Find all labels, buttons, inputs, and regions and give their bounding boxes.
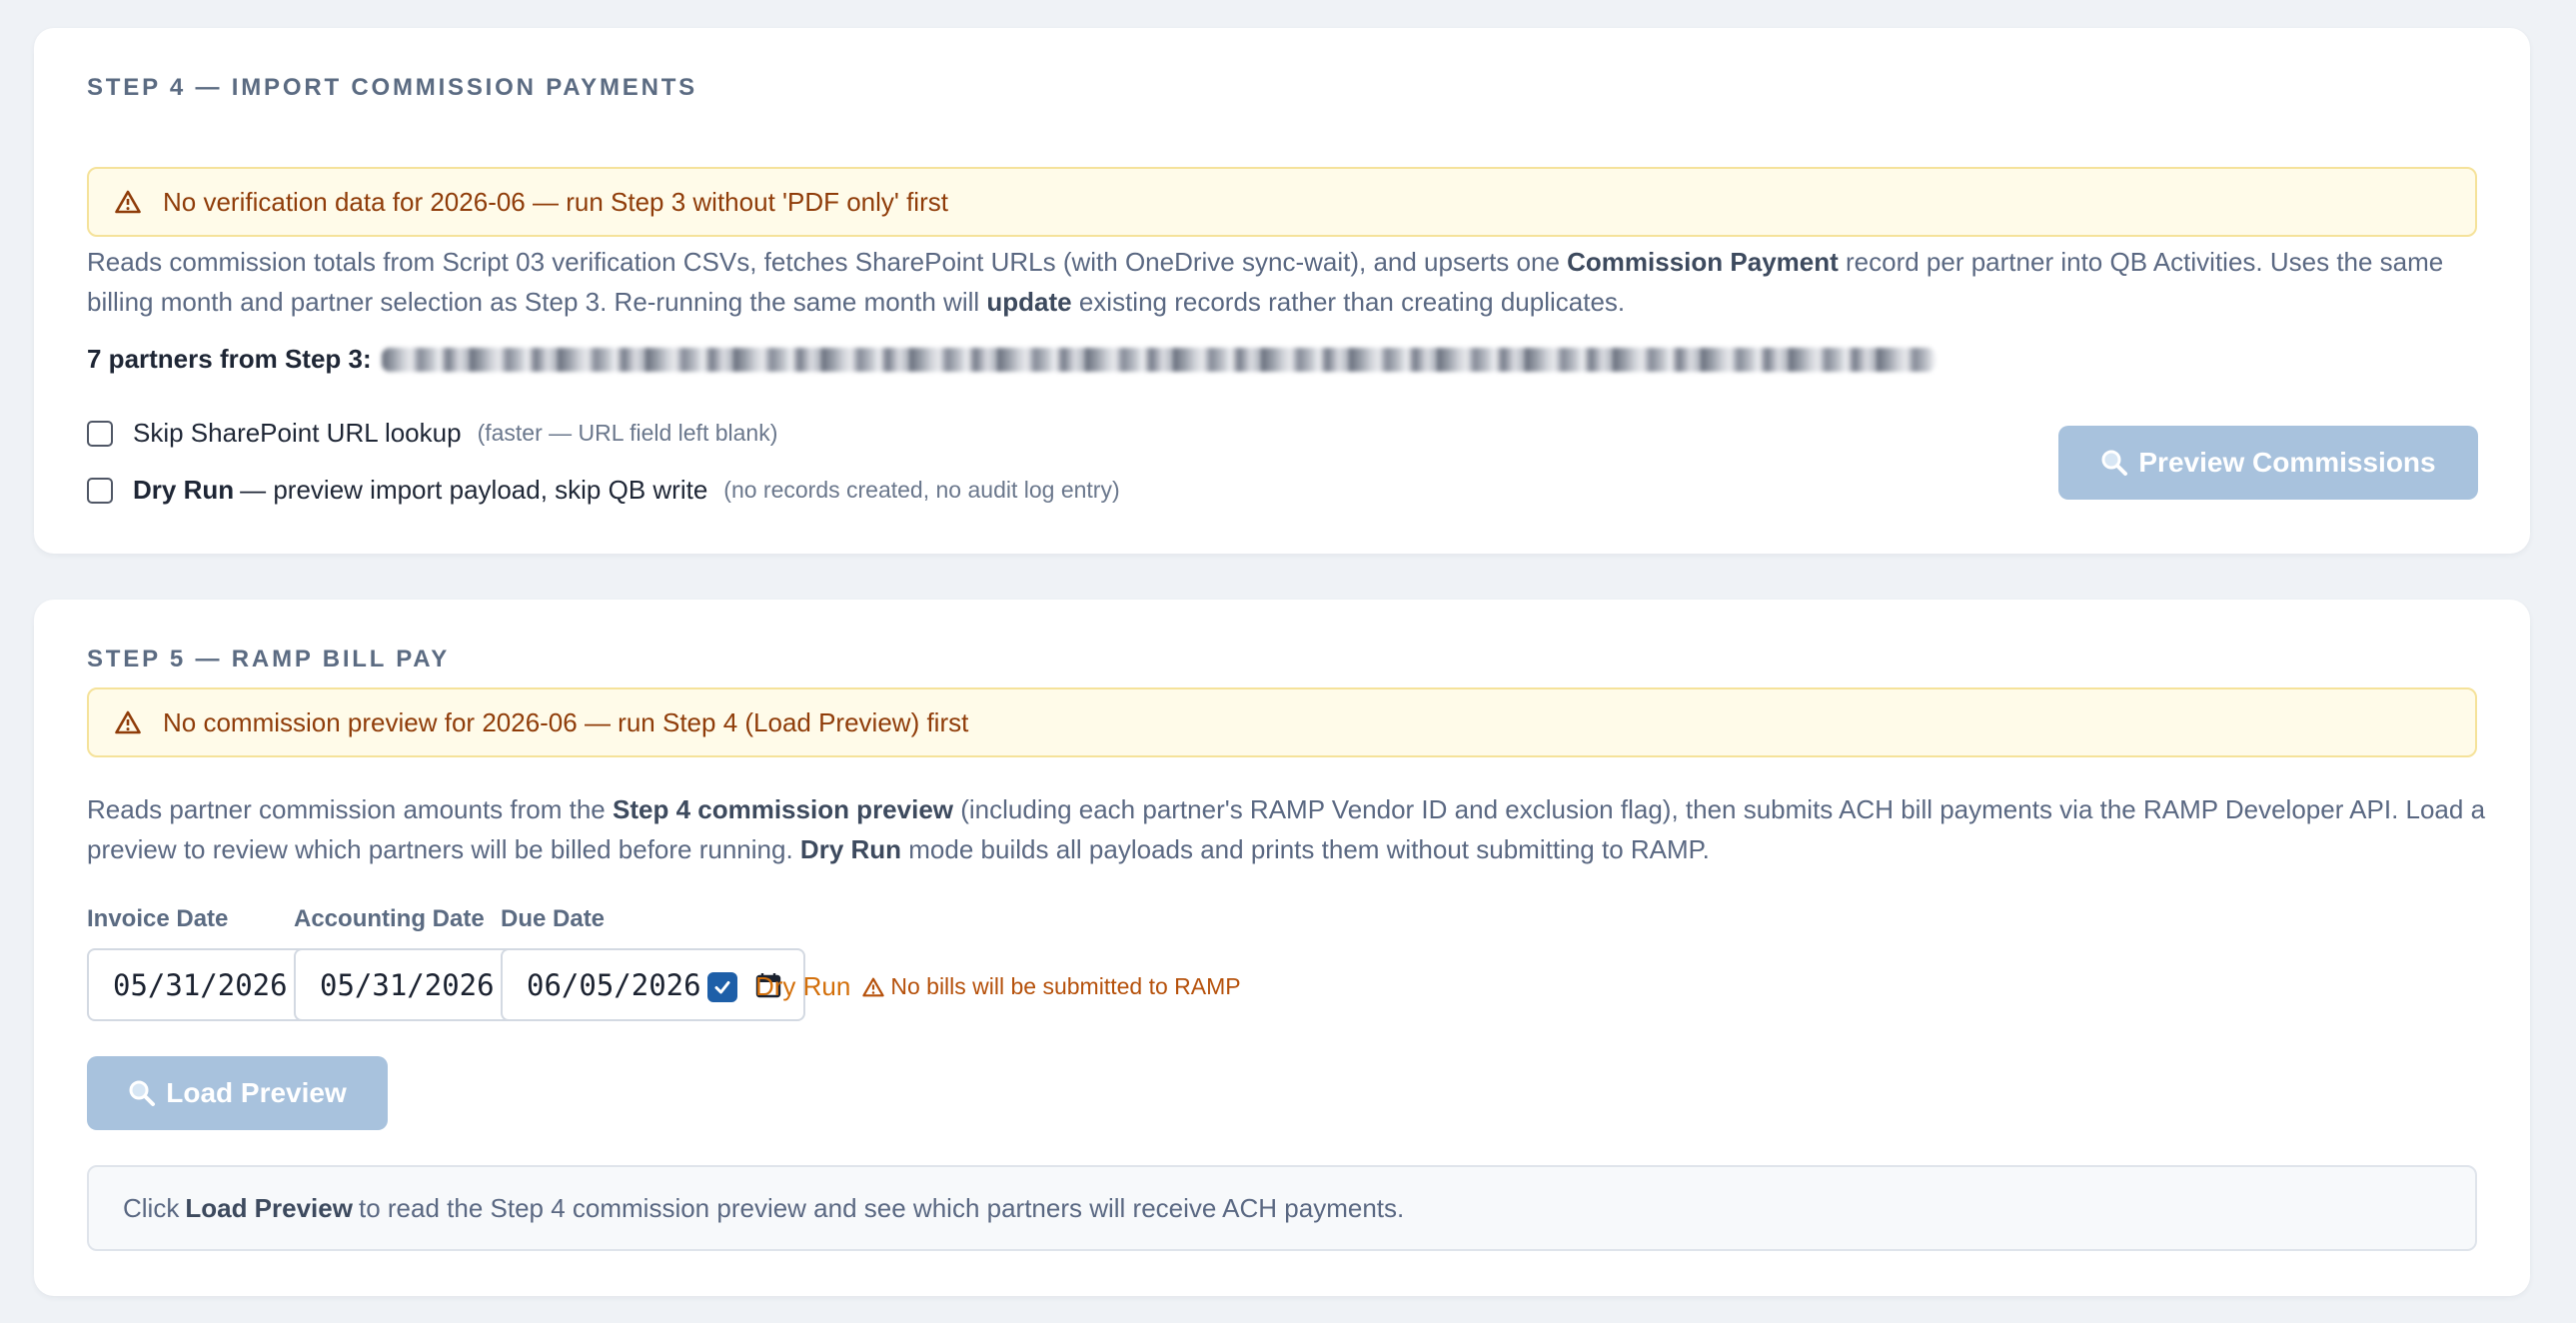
step4-dry-run-bold: Dry Run bbox=[133, 475, 235, 505]
step5-dry-run-checkbox[interactable] bbox=[707, 971, 737, 1002]
skip-sharepoint-checkbox[interactable] bbox=[87, 420, 113, 447]
dry-run-warning-text: No bills will be submitted to RAMP bbox=[890, 973, 1241, 999]
partner-names-redacted bbox=[381, 347, 1935, 372]
step4-partners-line: 7 partners from Step 3: bbox=[87, 344, 1935, 375]
step4-dry-run-option[interactable]: Dry Run — preview import payload, skip Q… bbox=[87, 475, 1120, 506]
preview-commissions-button[interactable]: Preview Commissions bbox=[2058, 426, 2478, 500]
load-preview-info-box: Click Load Preview to read the Step 4 co… bbox=[87, 1165, 2477, 1251]
load-preview-label: Load Preview bbox=[166, 1077, 347, 1108]
warning-icon bbox=[115, 710, 141, 734]
step4-dry-run-hint: (no records created, no audit log entry) bbox=[723, 477, 1120, 503]
load-preview-button[interactable]: Load Preview bbox=[87, 1056, 388, 1130]
step5-title: STEP 5 — RAMP BILL PAY bbox=[87, 646, 451, 672]
step4-dry-run-checkbox[interactable] bbox=[87, 477, 113, 504]
step4-description: Reads commission totals from Script 03 v… bbox=[87, 247, 2444, 317]
step4-warning-banner: No verification data for 2026-06 — run S… bbox=[87, 167, 2477, 237]
step5-dry-run-label: Dry Run bbox=[755, 971, 851, 1001]
accounting-date-label: Accounting Date bbox=[294, 905, 485, 932]
skip-sharepoint-label: Skip SharePoint URL lookup bbox=[133, 418, 462, 448]
skip-sharepoint-hint: (faster — URL field left blank) bbox=[477, 420, 778, 446]
preview-commissions-label: Preview Commissions bbox=[2138, 447, 2436, 478]
dry-run-warning: No bills will be submitted to RAMP bbox=[862, 973, 1241, 1000]
invoice-date-label: Invoice Date bbox=[87, 905, 229, 932]
due-date-value: 06/05/2026 bbox=[527, 967, 701, 1002]
step4-warning-text: No verification data for 2026-06 — run S… bbox=[163, 186, 948, 217]
due-date-label: Due Date bbox=[501, 905, 606, 932]
step5-warning-text: No commission preview for 2026-06 — run … bbox=[163, 706, 969, 737]
step5-dry-run-option[interactable]: Dry Run No bills will be submitted to RA… bbox=[707, 971, 1241, 1002]
step4-card: STEP 4 — IMPORT COMMISSION PAYMENTS No v… bbox=[34, 28, 2530, 554]
partners-count-label: 7 partners from Step 3: bbox=[87, 344, 372, 374]
step5-warning-banner: No commission preview for 2026-06 — run … bbox=[87, 687, 2477, 757]
checkmark-icon bbox=[714, 980, 730, 993]
step4-dry-run-label: — preview import payload, skip QB write bbox=[240, 475, 708, 505]
magnifier-icon bbox=[2101, 450, 2128, 476]
step5-description: Reads partner commission amounts from th… bbox=[87, 794, 2486, 864]
warning-icon bbox=[862, 977, 885, 996]
step5-card: STEP 5 — RAMP BILL PAY No commission pre… bbox=[34, 600, 2530, 1296]
accounting-date-value: 05/31/2026 bbox=[320, 967, 495, 1002]
skip-sharepoint-option[interactable]: Skip SharePoint URL lookup (faster — URL… bbox=[87, 418, 777, 449]
warning-icon bbox=[115, 190, 141, 214]
step4-title: STEP 4 — IMPORT COMMISSION PAYMENTS bbox=[87, 74, 697, 101]
invoice-date-value: 05/31/2026 bbox=[113, 967, 288, 1002]
magnifier-icon bbox=[129, 1080, 156, 1106]
